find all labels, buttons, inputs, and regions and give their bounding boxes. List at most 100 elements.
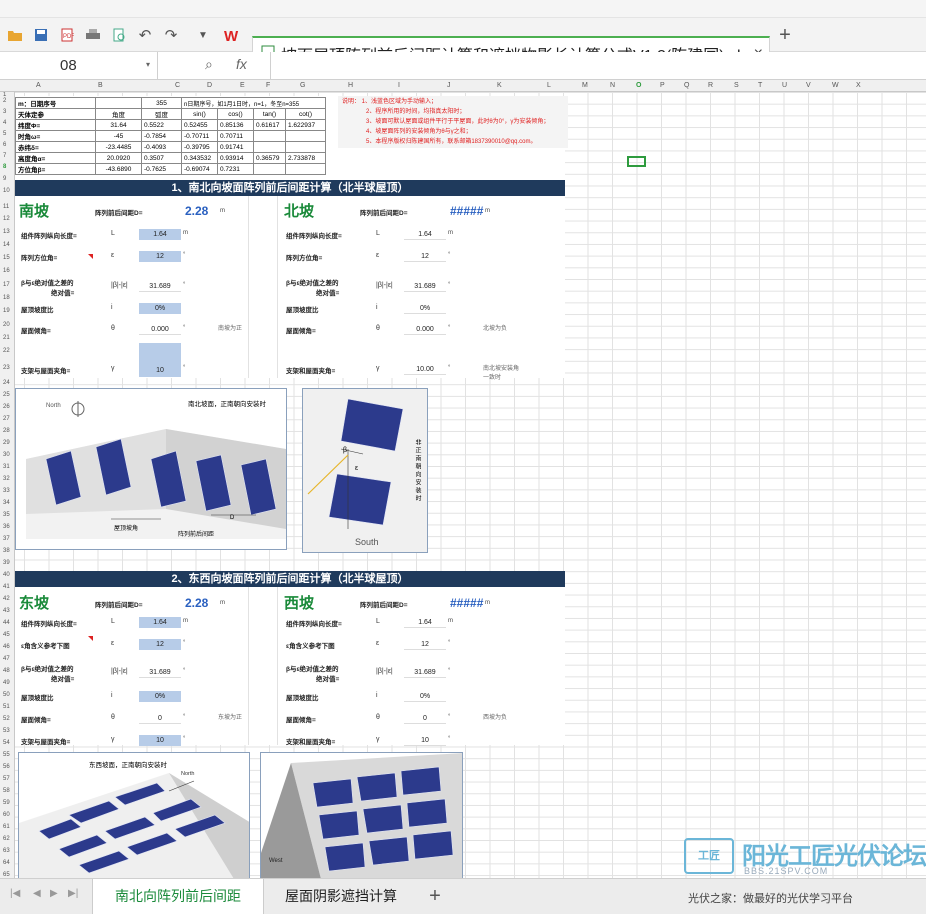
row-header[interactable]: 32 [3,476,10,482]
sheet-tab-2[interactable]: 屋面阴影遮挡计算 [268,879,414,914]
column-header[interactable]: W [832,82,839,89]
param-input[interactable]: 1.64 [139,229,181,240]
row-header[interactable]: 28 [3,428,10,434]
column-header[interactable]: X [856,82,861,89]
row-header[interactable]: 21 [3,335,10,341]
save-icon[interactable] [30,24,52,46]
column-header[interactable]: B [98,82,103,89]
row-header[interactable]: 18 [3,295,10,301]
row-header[interactable]: 16 [3,268,10,274]
row-header[interactable]: 26 [3,404,10,410]
row-header[interactable]: 37 [3,536,10,542]
row-header[interactable]: 11 [3,204,9,210]
row-header[interactable]: 25 [3,392,10,398]
row-header[interactable]: 30 [3,452,10,458]
column-header[interactable]: P [660,82,665,89]
row-header[interactable]: 60 [3,812,10,818]
column-header[interactable]: C [175,82,180,89]
row-header[interactable]: 61 [3,824,10,830]
next-sheet-icon[interactable]: ▶ [50,888,58,899]
row-header[interactable]: 9 [3,176,6,182]
sheet-tab-1[interactable]: 南北向阵列前后间距 [92,879,264,914]
param-input[interactable]: 10 [139,343,181,377]
row-header[interactable]: 34 [3,500,10,506]
print-preview-icon[interactable] [108,24,130,46]
row-header[interactable]: 38 [3,548,10,554]
row-header[interactable]: 45 [3,632,10,638]
add-sheet-button[interactable]: + [420,879,450,914]
latitude-input[interactable]: 31.64 [95,119,142,131]
column-header[interactable]: G [300,82,305,89]
row-header[interactable]: 57 [3,776,10,782]
open-folder-icon[interactable] [4,24,26,46]
row-header[interactable]: 17 [3,282,10,288]
row-header[interactable]: 6 [3,142,6,148]
column-header[interactable]: S [734,82,739,89]
row-header[interactable]: 29 [3,440,10,446]
row-header[interactable]: 52 [3,716,10,722]
param-input[interactable]: 0% [139,303,181,314]
export-pdf-icon[interactable]: PDF [56,24,78,46]
column-header[interactable]: M [582,82,588,89]
column-header[interactable]: Q [684,82,689,89]
name-box-dropdown-icon[interactable]: ▾ [146,60,150,69]
param-input[interactable]: 10 [139,735,181,746]
row-header[interactable]: 49 [3,680,10,686]
param-input[interactable]: 0% [139,691,181,702]
row-header[interactable]: 46 [3,644,10,650]
column-header[interactable]: T [758,82,762,89]
formula-input[interactable] [270,52,926,79]
column-header[interactable]: V [806,82,811,89]
column-header[interactable]: L [547,82,551,89]
column-header[interactable]: R [708,82,713,89]
param-input[interactable]: 1.64 [139,617,181,628]
wps-logo-icon[interactable]: W [222,24,244,46]
redo-icon[interactable]: ↷ [160,24,182,46]
name-box[interactable]: 08 [0,52,158,79]
row-header[interactable]: 51 [3,704,10,710]
row-header[interactable]: 53 [3,728,10,734]
row-header[interactable]: 8 [3,164,6,170]
row-header[interactable]: 58 [3,788,10,794]
row-header[interactable]: 47 [3,656,10,662]
column-header[interactable]: E [240,82,245,89]
row-header[interactable]: 3 [3,109,6,115]
last-sheet-icon[interactable]: ▶| [68,888,78,899]
row-header[interactable]: 31 [3,464,10,470]
print-icon[interactable] [82,24,104,46]
row-header[interactable]: 7 [3,153,6,159]
row-header[interactable]: 59 [3,800,10,806]
column-header[interactable]: I [398,82,400,89]
row-header[interactable]: 50 [3,692,10,698]
row-header[interactable]: 63 [3,848,10,854]
row-header[interactable]: 55 [3,752,10,758]
row-header[interactable]: 48 [3,668,10,674]
row-header[interactable]: 4 [3,120,6,126]
column-header[interactable]: J [447,82,451,89]
column-header[interactable]: N [610,82,615,89]
column-header[interactable]: O [636,82,641,89]
row-header[interactable]: 20 [3,322,10,328]
undo-icon[interactable]: ↶ [134,24,156,46]
row-header[interactable]: 23 [3,365,10,371]
row-header[interactable]: 42 [3,596,10,602]
first-sheet-icon[interactable]: |◀ [10,888,20,899]
param-input[interactable]: 12 [139,251,181,262]
row-header[interactable]: 54 [3,740,10,746]
column-header[interactable]: F [266,82,270,89]
zoom-lookup-icon[interactable]: ⌕ [205,56,213,73]
prev-sheet-icon[interactable]: ◀ [33,888,41,899]
row-header[interactable]: 15 [3,255,10,261]
comment-marker[interactable] [88,254,93,259]
row-header[interactable]: 13 [3,229,10,235]
row-header[interactable]: 10 [3,188,10,194]
row-header[interactable]: 2 [3,98,6,104]
function-icon[interactable]: fx [236,56,247,72]
row-header[interactable]: 33 [3,488,10,494]
row-header[interactable]: 56 [3,764,10,770]
row-header[interactable]: 27 [3,416,10,422]
row-header[interactable]: 43 [3,608,10,614]
comment-marker[interactable] [88,636,93,641]
row-header[interactable]: 62 [3,836,10,842]
param-input[interactable]: 12 [139,639,181,650]
